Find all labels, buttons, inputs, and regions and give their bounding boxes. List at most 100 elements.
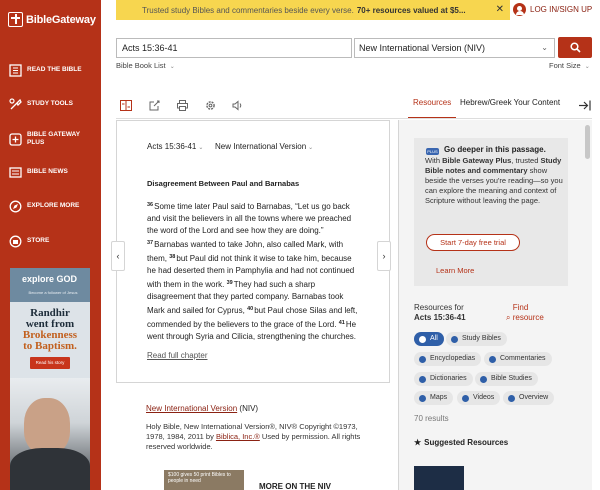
chevron-down-icon: ⌄ — [169, 64, 175, 70]
sidebar-ad[interactable]: explore GOD Become a follower of Jesus R… — [10, 268, 90, 490]
niv-promo-image[interactable]: $100 gives 50 print Bibles to people in … — [164, 470, 244, 490]
passage-version-label: New International Version — [215, 142, 307, 151]
read-full-chapter-link[interactable]: Read full chapter — [147, 351, 207, 360]
filter-chip-all[interactable]: All — [414, 332, 444, 346]
tab-resources[interactable]: Resources — [413, 98, 451, 107]
filter-chip-overview[interactable]: Overview — [503, 391, 555, 405]
bible-study-icon — [480, 376, 487, 383]
banner-text: Trusted study Bibles and commentaries be… — [142, 5, 354, 15]
verse-text: Some time later Paul said to Barnabas, “… — [147, 202, 352, 235]
filter-chip-dictionaries[interactable]: Dictionaries — [414, 372, 473, 386]
overview-icon — [508, 395, 515, 402]
filter-chip-study-bibles[interactable]: Study Bibles — [446, 332, 507, 346]
ad-tagline: Become a follower of Jesus — [28, 290, 78, 295]
previous-chapter-button[interactable]: ‹ — [111, 241, 125, 271]
ad-photo-face — [24, 398, 70, 454]
map-icon — [419, 395, 426, 402]
publisher-link[interactable]: Biblica, Inc.® — [216, 432, 260, 441]
promo-text-part: With — [425, 156, 440, 165]
logo-text: BibleGateway — [26, 13, 96, 26]
sidebar: BibleGateway Read the Bible Study Tools … — [0, 0, 101, 490]
resources-for-ref: Acts 15:36-41 — [414, 313, 466, 322]
suggested-resource-thumbnail[interactable] — [414, 466, 464, 490]
version-title: New International Version (NIV) — [146, 404, 258, 413]
parallel-view-icon[interactable] — [119, 99, 133, 111]
ad-headline-line: to Baptism. — [23, 340, 77, 352]
chip-label: Encyclopedias — [430, 355, 476, 362]
ad-photo-shoulders — [10, 448, 90, 490]
chip-label: Dictionaries — [430, 375, 467, 382]
logo[interactable]: BibleGateway — [8, 12, 96, 27]
next-chapter-button[interactable]: › — [377, 241, 391, 271]
passage-version-select[interactable]: New International Version ⌄ — [215, 142, 313, 151]
learn-more-link[interactable]: Learn More — [436, 266, 474, 275]
scrollbar[interactable] — [585, 125, 590, 159]
plus-badge: PLUS — [426, 148, 439, 155]
banner-bold-text: 70+ resources valued at $5... — [356, 5, 466, 15]
login-label: LOG IN/SIGN UP — [530, 5, 593, 14]
promo-text-part: , trusted — [511, 156, 539, 165]
filter-chip-videos[interactable]: Videos — [457, 391, 501, 405]
promo-banner[interactable]: Trusted study Bibles and commentaries be… — [116, 0, 510, 20]
chip-label: Bible Studies — [491, 375, 532, 382]
passage-reference-label: Acts 15:36-41 — [147, 142, 197, 151]
font-size-toggle[interactable]: Font Size ⌄ — [549, 61, 590, 70]
version-select[interactable]: New International Version (NIV) ⌄ — [354, 38, 555, 58]
copyright-text: Holy Bible, New International Version®, … — [146, 422, 366, 452]
share-icon[interactable] — [147, 99, 161, 111]
sidebar-item-read-the-bible[interactable]: Read the Bible — [0, 62, 101, 78]
version-select-value: New International Version (NIV) — [359, 43, 486, 53]
version-link[interactable]: New International Version — [146, 404, 237, 413]
star-icon: ★ — [414, 438, 422, 447]
verse-number: 40 — [247, 306, 254, 312]
passage-search-input[interactable] — [116, 38, 352, 58]
filter-chip-commentaries[interactable]: Commentaries — [484, 352, 552, 366]
find-resource-label: Find resource — [512, 303, 544, 322]
verse-number: 36 — [147, 202, 154, 208]
chevron-left-icon: ‹ — [116, 251, 120, 261]
find-resource-link[interactable]: ⌕ Find resource — [506, 303, 553, 323]
ad-header: explore GOD Become a follower of Jesus — [10, 268, 90, 302]
ad-read-story-button[interactable]: Read his story — [30, 357, 70, 369]
start-free-trial-button[interactable]: Start 7-day free trial — [426, 234, 520, 251]
version-abbr: (NIV) — [239, 404, 259, 413]
close-icon[interactable]: ✕ — [496, 4, 504, 15]
filter-chip-encyclopedias[interactable]: Encyclopedias — [414, 352, 482, 366]
chip-label: Study Bibles — [462, 335, 501, 342]
compass-icon — [8, 199, 22, 213]
filter-chip-maps[interactable]: Maps — [414, 391, 454, 405]
more-on-niv-heading: MORE ON THE NIV — [259, 482, 332, 490]
sidebar-item-store[interactable]: Store — [0, 235, 101, 247]
sidebar-item-bible-gateway-plus[interactable]: Bible Gateway Plus — [0, 131, 101, 147]
print-icon[interactable] — [175, 99, 189, 111]
audio-icon[interactable] — [231, 99, 245, 111]
promo-text: With Bible Gateway Plus, trusted Study B… — [425, 156, 563, 206]
chevron-right-icon: › — [382, 251, 386, 261]
study-bible-icon — [451, 336, 458, 343]
passage-panel: Acts 15:36-41 ⌄ New International Version… — [116, 120, 390, 383]
sidebar-item-explore-more[interactable]: Explore More — [0, 198, 101, 214]
sidebar-item-label: Store — [27, 237, 50, 244]
search-icon — [570, 42, 581, 53]
niv-promo-image-text: $100 gives 50 print Bibles to people in … — [168, 472, 231, 484]
sidebar-item-bible-news[interactable]: Bible News — [0, 166, 101, 178]
bible-book-list-toggle[interactable]: Bible Book List ⌄ — [116, 61, 175, 70]
gear-icon[interactable] — [203, 99, 217, 111]
encyclopedia-icon — [419, 356, 426, 363]
tools-icon — [8, 97, 22, 111]
filter-chip-bible-studies[interactable]: Bible Studies — [475, 372, 538, 386]
chip-label: Maps — [430, 394, 448, 401]
sidebar-item-label: Bible Gateway Plus — [27, 131, 80, 146]
verse-number: 38 — [169, 254, 176, 260]
collapse-panel-icon[interactable] — [578, 98, 591, 116]
passage-reference-select[interactable]: Acts 15:36-41 ⌄ — [147, 142, 203, 151]
verse-number: 41 — [338, 320, 345, 326]
suggested-label: Suggested Resources — [424, 438, 509, 447]
sidebar-item-study-tools[interactable]: Study Tools — [0, 96, 101, 112]
tab-hebrew-greek-your-content[interactable]: Hebrew/Greek Your Content — [460, 98, 560, 107]
search-button[interactable] — [558, 37, 592, 58]
login-signup-link[interactable]: LOG IN/SIGN UP — [513, 3, 592, 16]
check-icon — [419, 336, 426, 343]
resources-for-label: Resources for Acts 15:36-41 — [414, 303, 466, 323]
resources-for-text: Resources for — [414, 303, 464, 312]
